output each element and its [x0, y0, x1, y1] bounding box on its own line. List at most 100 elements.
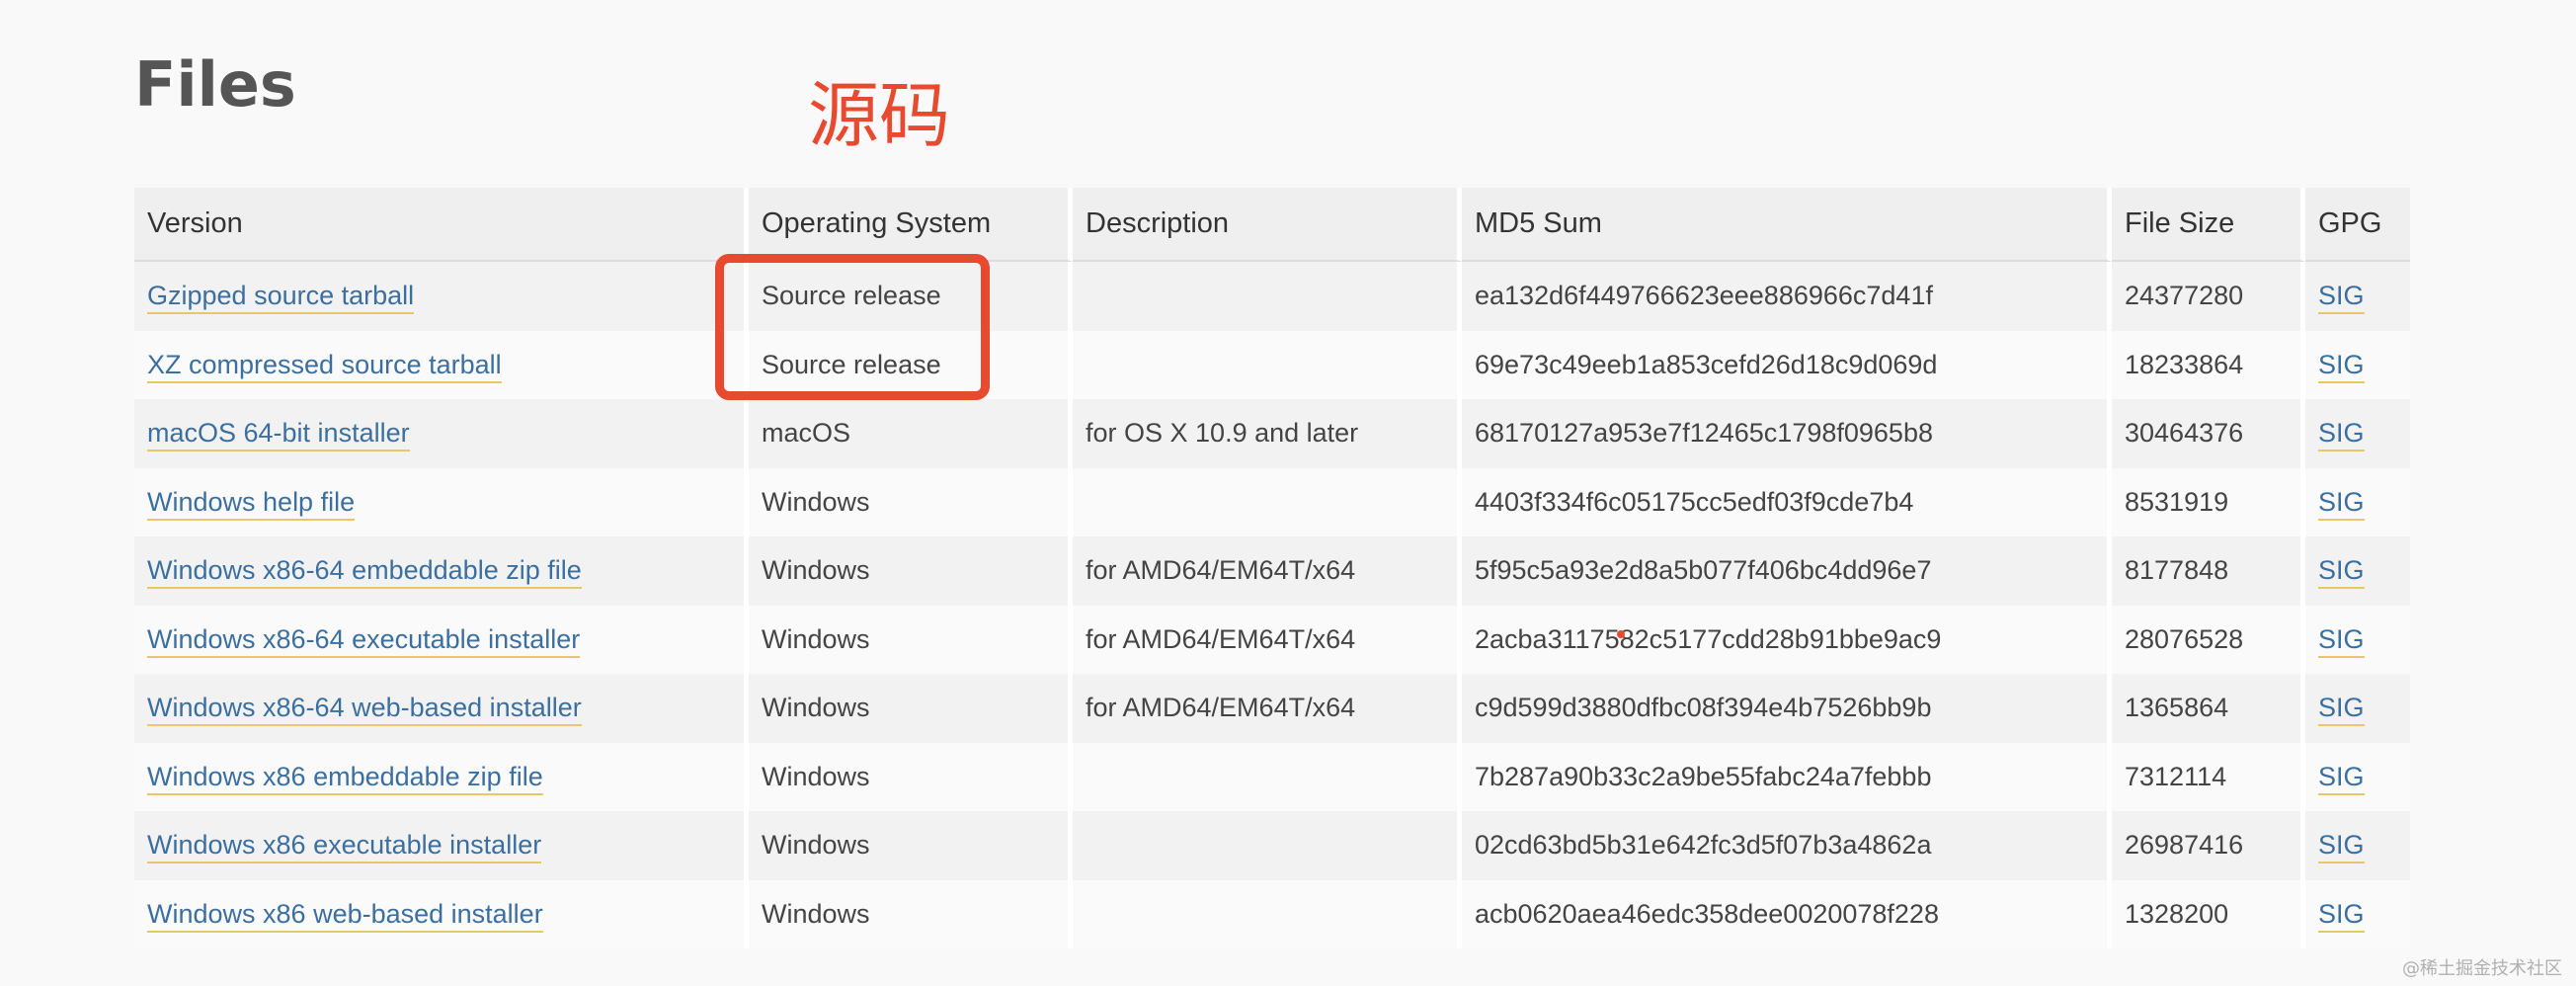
column-header-description: Description — [1073, 188, 1462, 262]
md5-cell: ea132d6f449766623eee886966c7d41f — [1462, 262, 2112, 331]
description-cell — [1073, 811, 1462, 880]
gpg-cell: SIG — [2305, 467, 2410, 536]
md5-cell: 02cd63bd5b31e642fc3d5f07b3a4862a — [1462, 811, 2112, 880]
file-link[interactable]: Windows x86 executable installer — [147, 830, 542, 864]
description-cell — [1073, 262, 1462, 331]
version-cell: Windows x86-64 executable installer — [134, 605, 749, 674]
gpg-cell: SIG — [2305, 879, 2410, 948]
table-row: Windows x86 executable installer Windows… — [134, 811, 2410, 880]
size-cell: 26987416 — [2112, 811, 2305, 880]
file-link[interactable]: Windows x86-64 web-based installer — [147, 693, 582, 727]
md5-cell: 5f95c5a93e2d8a5b077f406bc4dd96e7 — [1462, 536, 2112, 606]
sig-link[interactable]: SIG — [2318, 486, 2365, 521]
table-header-row: Version Operating System Description MD5… — [134, 188, 2410, 262]
file-link[interactable]: XZ compressed source tarball — [147, 349, 502, 383]
column-header-md5: MD5 Sum — [1462, 188, 2112, 262]
file-link[interactable]: Windows help file — [147, 486, 356, 521]
sig-link[interactable]: SIG — [2318, 623, 2365, 658]
version-cell: Windows help file — [134, 467, 749, 536]
column-header-version: Version — [134, 188, 749, 262]
file-link[interactable]: Windows x86 embeddable zip file — [147, 761, 543, 795]
file-link[interactable]: Windows x86-64 embeddable zip file — [147, 555, 582, 590]
files-table: Version Operating System Description MD5… — [134, 188, 2410, 948]
table-row: Gzipped source tarball Source release ea… — [134, 262, 2410, 331]
description-cell — [1073, 330, 1462, 399]
md5-cell: c9d599d3880dfbc08f394e4b7526bb9b — [1462, 674, 2112, 743]
page-title: Files — [134, 48, 296, 121]
size-cell: 18233864 — [2112, 330, 2305, 399]
watermark: @稀土掘金技术社区 — [2402, 958, 2562, 979]
os-cell: Windows — [749, 674, 1073, 743]
annotation-label: 源码 — [808, 74, 951, 157]
sig-link[interactable]: SIG — [2318, 349, 2365, 383]
version-cell: Windows x86 executable installer — [134, 811, 749, 880]
description-cell: for AMD64/EM64T/x64 — [1073, 674, 1462, 743]
os-cell: macOS — [749, 399, 1073, 468]
os-cell: Windows — [749, 536, 1073, 606]
version-cell: Windows x86-64 embeddable zip file — [134, 536, 749, 606]
version-cell: macOS 64-bit installer — [134, 399, 749, 468]
md5-cell: acb0620aea46edc358dee0020078f228 — [1462, 879, 2112, 948]
table-row: Windows help file Windows 4403f334f6c051… — [134, 467, 2410, 536]
version-cell: Gzipped source tarball — [134, 262, 749, 331]
annotation-dot — [1617, 630, 1625, 638]
sig-link[interactable]: SIG — [2318, 281, 2365, 315]
size-cell: 7312114 — [2112, 742, 2305, 811]
file-link[interactable]: Windows x86-64 executable installer — [147, 623, 581, 658]
size-cell: 24377280 — [2112, 262, 2305, 331]
gpg-cell: SIG — [2305, 262, 2410, 331]
os-cell: Windows — [749, 467, 1073, 536]
os-cell: Windows — [749, 605, 1073, 674]
table-row: Windows x86-64 executable installer Wind… — [134, 605, 2410, 674]
column-header-gpg: GPG — [2305, 188, 2410, 262]
version-cell: XZ compressed source tarball — [134, 330, 749, 399]
sig-link[interactable]: SIG — [2318, 830, 2365, 864]
description-cell: for OS X 10.9 and later — [1073, 399, 1462, 468]
column-header-os: Operating System — [749, 188, 1073, 262]
sig-link[interactable]: SIG — [2318, 898, 2365, 933]
description-cell: for AMD64/EM64T/x64 — [1073, 605, 1462, 674]
md5-cell: 68170127a953e7f12465c1798f0965b8 — [1462, 399, 2112, 468]
sig-link[interactable]: SIG — [2318, 693, 2365, 727]
description-cell — [1073, 879, 1462, 948]
version-cell: Windows x86-64 web-based installer — [134, 674, 749, 743]
gpg-cell: SIG — [2305, 330, 2410, 399]
description-cell: for AMD64/EM64T/x64 — [1073, 536, 1462, 606]
gpg-cell: SIG — [2305, 399, 2410, 468]
md5-cell: 7b287a90b33c2a9be55fabc24a7febbb — [1462, 742, 2112, 811]
size-cell: 28076528 — [2112, 605, 2305, 674]
description-cell — [1073, 467, 1462, 536]
size-cell: 8177848 — [2112, 536, 2305, 606]
sig-link[interactable]: SIG — [2318, 418, 2365, 452]
column-header-size: File Size — [2112, 188, 2305, 262]
file-link[interactable]: Gzipped source tarball — [147, 281, 415, 315]
os-cell: Windows — [749, 742, 1073, 811]
description-cell — [1073, 742, 1462, 811]
table-row: Windows x86 embeddable zip file Windows … — [134, 742, 2410, 811]
file-link[interactable]: Windows x86 web-based installer — [147, 898, 543, 933]
os-cell: Windows — [749, 879, 1073, 948]
os-cell: Windows — [749, 811, 1073, 880]
size-cell: 30464376 — [2112, 399, 2305, 468]
gpg-cell: SIG — [2305, 536, 2410, 606]
md5-cell: 4403f334f6c05175cc5edf03f9cde7b4 — [1462, 467, 2112, 536]
table-row: Windows x86-64 embeddable zip file Windo… — [134, 536, 2410, 606]
sig-link[interactable]: SIG — [2318, 555, 2365, 590]
sig-link[interactable]: SIG — [2318, 761, 2365, 795]
gpg-cell: SIG — [2305, 605, 2410, 674]
size-cell: 1365864 — [2112, 674, 2305, 743]
md5-cell: 2acba3117582c5177cdd28b91bbe9ac9 — [1462, 605, 2112, 674]
table-row: macOS 64-bit installer macOS for OS X 10… — [134, 399, 2410, 468]
table-row: Windows x86-64 web-based installer Windo… — [134, 674, 2410, 743]
annotation-highlight-box — [715, 254, 990, 400]
file-link[interactable]: macOS 64-bit installer — [147, 418, 410, 452]
gpg-cell: SIG — [2305, 811, 2410, 880]
gpg-cell: SIG — [2305, 674, 2410, 743]
version-cell: Windows x86 embeddable zip file — [134, 742, 749, 811]
md5-cell: 69e73c49eeb1a853cefd26d18c9d069d — [1462, 330, 2112, 399]
table-row: Windows x86 web-based installer Windows … — [134, 879, 2410, 948]
table-row: XZ compressed source tarball Source rele… — [134, 330, 2410, 399]
size-cell: 8531919 — [2112, 467, 2305, 536]
gpg-cell: SIG — [2305, 742, 2410, 811]
size-cell: 1328200 — [2112, 879, 2305, 948]
